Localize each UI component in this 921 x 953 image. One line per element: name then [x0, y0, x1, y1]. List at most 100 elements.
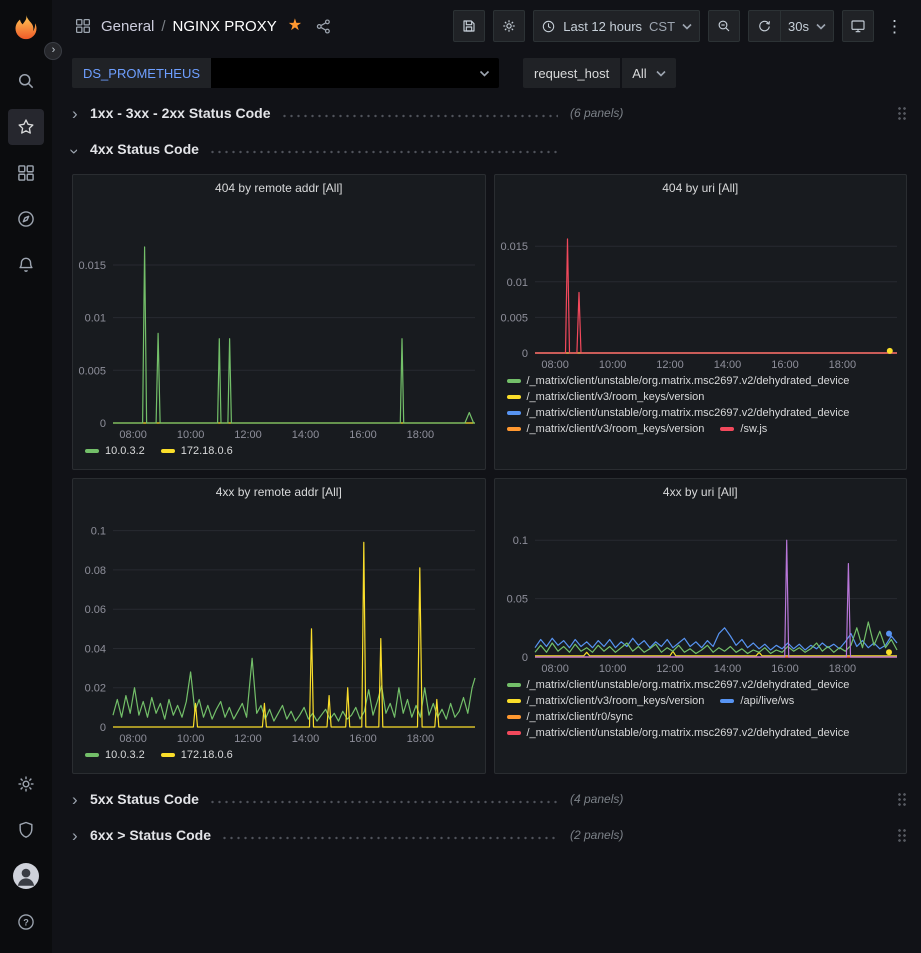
- panel-title[interactable]: 404 by remote addr [All]: [73, 175, 485, 201]
- row-6xx[interactable]: › 6xx > Status Code (2 panels): [72, 822, 907, 848]
- svg-text:12:00: 12:00: [656, 663, 684, 675]
- svg-text:10:00: 10:00: [598, 359, 626, 371]
- legend-label: /_matrix/client/unstable/org.matrix.msc2…: [527, 375, 850, 387]
- chevron-right-icon: ›: [72, 791, 90, 808]
- row-5xx[interactable]: › 5xx Status Code (4 panels): [72, 786, 907, 812]
- chart-canvas[interactable]: 00.0050.010.01508:0010:0012:0014:0016:00…: [495, 201, 907, 373]
- avatar-image: [13, 863, 39, 889]
- legend-swatch: [161, 449, 175, 453]
- legend-item[interactable]: /_matrix/client/v3/room_keys/version: [507, 391, 705, 403]
- starred-dashboards-icon[interactable]: [8, 109, 44, 145]
- expand-menu-button[interactable]: ›: [44, 42, 62, 60]
- legend-item[interactable]: /_matrix/client/unstable/org.matrix.msc2…: [507, 375, 850, 387]
- dashboard-settings-button[interactable]: [493, 10, 525, 42]
- svg-text:0: 0: [521, 348, 527, 360]
- sidebar-bottom: ?: [8, 761, 44, 945]
- refresh-button[interactable]: [748, 10, 780, 42]
- request-host-select[interactable]: All: [622, 58, 675, 88]
- panel-title[interactable]: 4xx by uri [All]: [495, 479, 907, 505]
- variable-label-datasource[interactable]: DS_PROMETHEUS: [72, 58, 211, 88]
- chart-legend: 10.0.3.2 172.18.0.6: [73, 443, 485, 469]
- row-1xx-3xx-2xx[interactable]: › 1xx - 3xx - 2xx Status Code (6 panels): [72, 100, 907, 126]
- question-mark-glyph: ?: [23, 917, 29, 927]
- svg-text:08:00: 08:00: [541, 359, 569, 371]
- legend-item[interactable]: /sw.js: [720, 423, 767, 435]
- chart-legend: /_matrix/client/unstable/org.matrix.msc2…: [495, 677, 907, 773]
- chart-legend: 10.0.3.2 172.18.0.6: [73, 747, 485, 773]
- variable-request-host: request_host All: [523, 58, 676, 88]
- svg-text:12:00: 12:00: [656, 359, 684, 371]
- legend-swatch: [85, 753, 99, 757]
- admin-shield-icon[interactable]: [8, 812, 44, 848]
- chart-legend: /_matrix/client/unstable/org.matrix.msc2…: [495, 373, 907, 469]
- row-drag-handle[interactable]: [897, 792, 907, 807]
- user-avatar[interactable]: [8, 858, 44, 894]
- panel-404-by-uri: 404 by uri [All] 00.0050.010.01508:0010:…: [494, 174, 908, 470]
- legend-item[interactable]: /_matrix/client/unstable/org.matrix.msc2…: [507, 727, 850, 739]
- variable-label-request-host[interactable]: request_host: [523, 58, 620, 88]
- row-panel-count: (6 panels): [570, 106, 623, 120]
- svg-text:0.005: 0.005: [500, 312, 528, 324]
- share-icon[interactable]: [315, 18, 332, 35]
- legend-item[interactable]: 172.18.0.6: [161, 749, 233, 761]
- breadcrumb-separator: /: [161, 18, 165, 35]
- chart-canvas[interactable]: 00.050.108:0010:0012:0014:0016:0018:00: [495, 505, 907, 677]
- caret-down-icon: [816, 23, 826, 30]
- legend-swatch: [507, 395, 521, 399]
- dashboards-icon[interactable]: [8, 155, 44, 191]
- panel-4xx-by-remote-addr: 4xx by remote addr [All] 00.020.040.060.…: [72, 478, 486, 774]
- legend-swatch: [507, 715, 521, 719]
- refresh-interval-dropdown[interactable]: 30s: [780, 10, 834, 42]
- save-dashboard-button[interactable]: [453, 10, 485, 42]
- search-icon[interactable]: [8, 63, 44, 99]
- legend-swatch: [85, 449, 99, 453]
- svg-text:0.015: 0.015: [78, 260, 106, 272]
- chevron-down-icon: ›: [72, 143, 90, 160]
- row-drag-handle[interactable]: [897, 828, 907, 843]
- breadcrumb-title[interactable]: NGINX PROXY: [173, 18, 277, 35]
- chart-canvas[interactable]: 00.0050.010.01508:0010:0012:0014:0016:00…: [73, 201, 485, 443]
- legend-item[interactable]: /api/live/ws: [720, 695, 794, 707]
- legend-item[interactable]: 10.0.3.2: [85, 445, 145, 457]
- breadcrumb: General / NGINX PROXY: [101, 18, 277, 35]
- grafana-logo[interactable]: [11, 12, 41, 42]
- legend-item[interactable]: 172.18.0.6: [161, 445, 233, 457]
- more-options-kebab[interactable]: ⋮: [882, 18, 907, 35]
- svg-text:0: 0: [100, 418, 106, 430]
- explore-compass-icon[interactable]: [8, 201, 44, 237]
- panels-grid: 404 by remote addr [All] 00.0050.010.015…: [72, 174, 907, 774]
- legend-swatch: [161, 753, 175, 757]
- favorite-star-icon[interactable]: ★: [288, 18, 302, 34]
- alerting-bell-icon[interactable]: [8, 247, 44, 283]
- topbar-actions: Last 12 hours CST 30s: [453, 10, 907, 42]
- svg-text:0.005: 0.005: [78, 365, 106, 377]
- row-4xx[interactable]: › 4xx Status Code: [72, 136, 907, 162]
- legend-item[interactable]: /_matrix/client/v3/room_keys/version: [507, 695, 705, 707]
- legend-swatch: [507, 411, 521, 415]
- row-drag-handle[interactable]: [897, 106, 907, 121]
- svg-text:10:00: 10:00: [598, 663, 626, 675]
- panel-title-text: 404 by uri [All]: [662, 181, 738, 195]
- legend-item[interactable]: /_matrix/client/unstable/org.matrix.msc2…: [507, 407, 850, 419]
- help-icon[interactable]: ?: [8, 904, 44, 940]
- svg-text:0.1: 0.1: [512, 535, 527, 547]
- cycle-view-monitor-button[interactable]: [842, 10, 874, 42]
- zoom-out-time-button[interactable]: [708, 10, 740, 42]
- time-range-label: Last 12 hours: [563, 19, 642, 34]
- datasource-select[interactable]: [211, 58, 499, 88]
- legend-item[interactable]: /_matrix/client/r0/sync: [507, 711, 633, 723]
- legend-item[interactable]: /_matrix/client/unstable/org.matrix.msc2…: [507, 679, 850, 691]
- time-range-picker[interactable]: Last 12 hours CST: [533, 10, 700, 42]
- row-title: 6xx > Status Code: [90, 827, 211, 843]
- panel-title[interactable]: 4xx by remote addr [All]: [73, 479, 485, 505]
- chart-canvas[interactable]: 00.020.040.060.080.108:0010:0012:0014:00…: [73, 505, 485, 747]
- panel-title[interactable]: 404 by uri [All]: [495, 175, 907, 201]
- sidebar: › ?: [0, 0, 52, 953]
- settings-gear-icon[interactable]: [8, 766, 44, 802]
- legend-item[interactable]: /_matrix/client/v3/room_keys/version: [507, 423, 705, 435]
- legend-item[interactable]: 10.0.3.2: [85, 749, 145, 761]
- legend-swatch: [507, 699, 521, 703]
- chevron-right-icon: ›: [52, 45, 56, 56]
- dotted-leader: [209, 800, 558, 804]
- breadcrumb-section[interactable]: General: [101, 18, 154, 35]
